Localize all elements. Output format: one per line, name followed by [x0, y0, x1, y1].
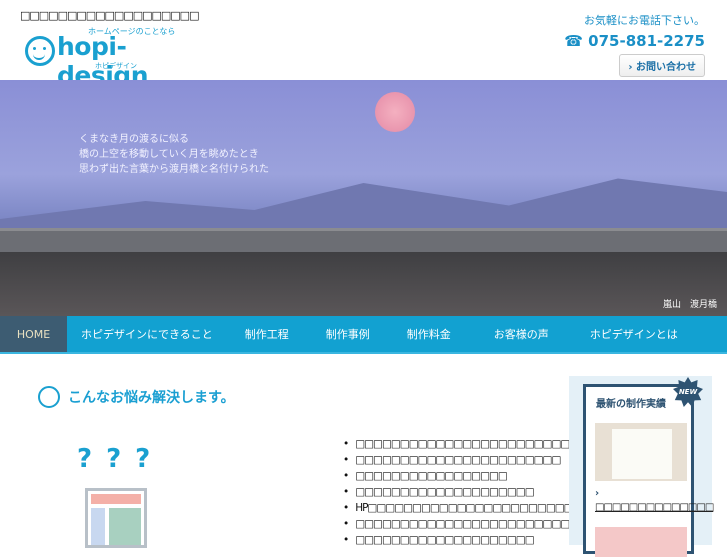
- nav-works[interactable]: 制作事例: [326, 316, 370, 352]
- list-item: □□□□□□□□□□□□□□□□□□□□□□□□: [355, 516, 573, 532]
- work-thumbnail[interactable]: [595, 423, 687, 481]
- nav-services[interactable]: ホピデザインにできること: [81, 316, 213, 352]
- work-thumbnail[interactable]: [595, 527, 687, 557]
- latest-works-frame: 最新の制作実績 □□□□□□□□□□□□□□: [583, 384, 714, 557]
- hero-banner: くまなき月の渡るに似る 橋の上空を移動していく月を眺めたとき 思わず出た言葉から…: [0, 80, 727, 316]
- site-description: □□□□□□□□□□□□□□□□□□□: [20, 9, 199, 22]
- list-item: □□□□□□□□□□□□□□□□□: [355, 468, 573, 484]
- hero-line: 思わず出た言葉から渡月橋と名付けられた: [79, 164, 269, 175]
- nav-pricing[interactable]: 制作料金: [407, 316, 451, 352]
- problem-list: □□□□□□□□□□□□□□□□□□□□□□□□ □□□□□□□□□□□□□□□…: [355, 436, 573, 548]
- moon-image: [375, 92, 415, 132]
- smiley-face-icon: [38, 386, 60, 408]
- latest-works-sidebar: 最新の制作実績 □□□□□□□□□□□□□□ NEW: [569, 376, 714, 557]
- heading-text: こんなお悩み解決します。: [68, 390, 235, 406]
- logo[interactable]: ホームページのことなら hopi-design ホピデザイン: [25, 26, 195, 90]
- nav-about[interactable]: ホピデザインとは: [590, 316, 678, 352]
- contact-message: お気軽にお電話下さい。: [584, 14, 705, 27]
- contact-button[interactable]: › お問い合わせ: [619, 54, 705, 77]
- list-item: HP□□□□□□□□□□□□□□□□□□□□□□□: [355, 500, 573, 516]
- hero-text: くまなき月の渡るに似る 橋の上空を移動していく月を眺めたとき 思わず出た言葉から…: [79, 132, 269, 177]
- list-item: □□□□□□□□□□□□□□□□□□□□□□□□: [355, 436, 573, 452]
- list-item: □□□□□□□□□□□□□□□□□□□□□□□: [355, 452, 573, 468]
- sidebar-title: 最新の制作実績: [596, 399, 666, 410]
- bridge-image: [0, 228, 727, 252]
- hero-caption: 嵐山 渡月橋: [662, 300, 717, 310]
- webpage-illustration: [85, 488, 147, 548]
- nav-home[interactable]: HOME: [0, 316, 67, 352]
- smiley-face-icon: [25, 36, 55, 66]
- riverbank-image: [0, 252, 727, 316]
- nav-process[interactable]: 制作工程: [245, 316, 289, 352]
- main-nav: HOME ホピデザインにできること 制作工程 制作事例 制作料金 お客様の声 ホ…: [0, 316, 727, 354]
- list-item: □□□□□□□□□□□□□□□□□□□□: [355, 484, 573, 500]
- question-marks-illustration: ???: [77, 444, 165, 474]
- logo-kana: ホピデザイン: [95, 62, 137, 70]
- list-item: □□□□□□□□□□□□□□□□□□□□: [355, 532, 573, 548]
- section-heading: こんなお悩み解決します。: [38, 386, 235, 408]
- hero-line: 橋の上空を移動していく月を眺めたとき: [79, 149, 259, 160]
- nav-testimonials[interactable]: お客様の声: [494, 316, 549, 352]
- phone-number[interactable]: ☎ 075-881-2275: [564, 32, 705, 50]
- hero-line: くまなき月の渡るに似る: [79, 134, 189, 145]
- work-link[interactable]: □□□□□□□□□□□□□□: [595, 487, 714, 515]
- contact-block: お気軽にお電話下さい。 ☎ 075-881-2275 › お問い合わせ: [564, 12, 705, 77]
